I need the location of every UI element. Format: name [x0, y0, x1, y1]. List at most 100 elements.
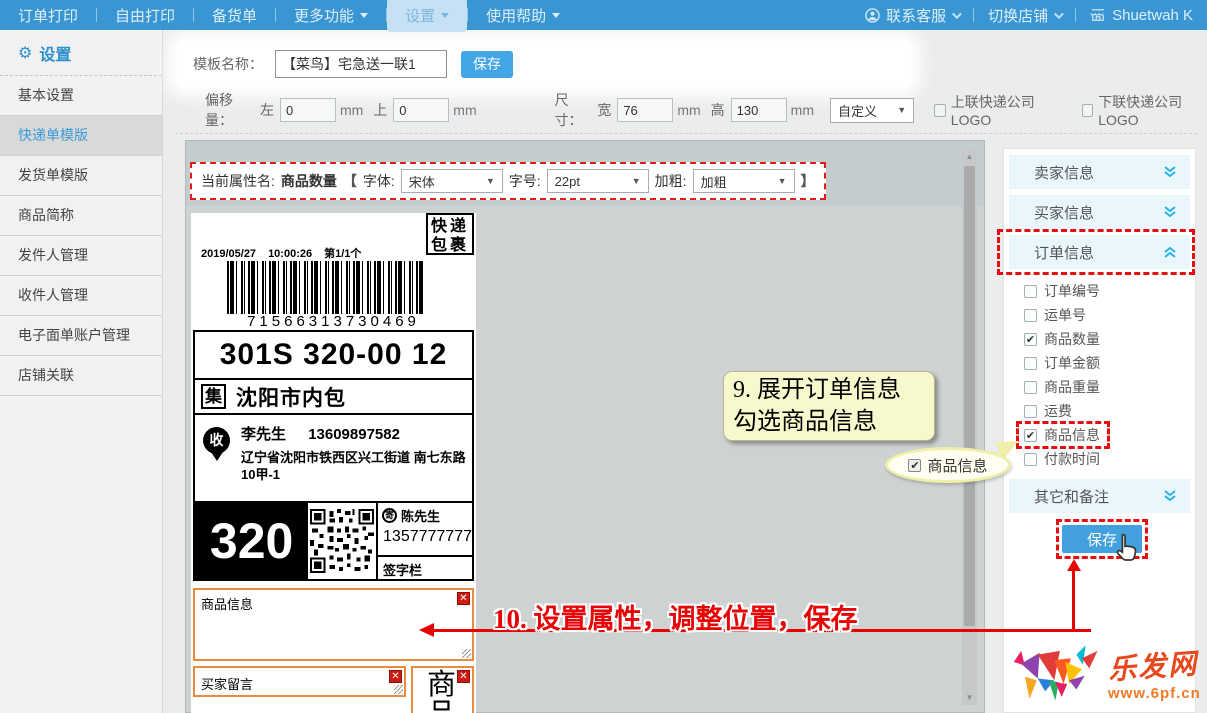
font-select[interactable]: 宋体▼	[401, 169, 503, 193]
sidebar-item-shop-link[interactable]: 店铺关联	[0, 356, 162, 396]
person-circle-icon	[865, 8, 880, 23]
product-quantity-checkbox[interactable]	[1024, 333, 1037, 346]
sidebar-item-ewaybill-account[interactable]: 电子面单账户管理	[0, 316, 162, 356]
site-name: 乐发网	[1107, 641, 1202, 687]
label-preview: 快递包裹 2019/05/2710:00:26第1/1个 71566313730…	[191, 213, 476, 713]
logo-bottom-checkbox[interactable]	[1082, 104, 1094, 117]
nav-free-print[interactable]: 自由打印	[97, 0, 193, 30]
property-name: 商品数量	[281, 171, 337, 191]
field-row-product-info: 商品信息	[1024, 423, 1108, 447]
qr-code	[308, 503, 376, 579]
offset-left-input[interactable]	[280, 98, 336, 122]
section-order-info[interactable]: 订单信息	[1009, 235, 1190, 269]
scrollbar-thumb[interactable]	[964, 166, 975, 626]
sidebar-item-product-abbrev[interactable]: 商品简称	[0, 196, 162, 236]
height-input[interactable]	[731, 98, 787, 122]
scroll-down-button[interactable]: ▼	[962, 690, 977, 705]
shipping-fee-checkbox[interactable]	[1024, 405, 1037, 418]
collect-row: 集 沈阳市内包	[193, 378, 474, 415]
close-icon[interactable]: ✕	[457, 592, 470, 605]
red-arrow-up-head	[1067, 559, 1081, 571]
font-size-select[interactable]: 22pt▼	[547, 169, 649, 193]
nav-stock-list[interactable]: 备货单	[194, 0, 275, 30]
nav-help[interactable]: 使用帮助	[468, 0, 578, 30]
resize-handle[interactable]	[394, 685, 403, 694]
close-icon[interactable]: ✕	[389, 670, 402, 683]
logo-bottom-label: 下联快递公司LOGO	[1098, 92, 1207, 128]
nav-settings[interactable]: 设置	[387, 0, 467, 32]
property-toolbar: 当前属性名: 商品数量 【 字体: 宋体▼ 字号: 22pt▼ 加粗: 加粗▼ …	[190, 162, 826, 200]
sidebar-item-shipping-template[interactable]: 发货单模版	[0, 156, 162, 196]
receiver-box: 收 李先生 13609897582 辽宁省沈阳市铁西区兴工街道 南七东路10甲-…	[193, 413, 474, 503]
collect-badge: 集	[201, 384, 226, 409]
offset-left-label: 左	[260, 100, 274, 120]
nav-order-print[interactable]: 订单打印	[0, 0, 96, 30]
select-arrow-icon: ▼	[486, 176, 495, 186]
order-number-checkbox[interactable]	[1024, 285, 1037, 298]
package-type-box: 快递包裹	[426, 213, 474, 255]
sidebar-item-receiver-mgmt[interactable]: 收件人管理	[0, 276, 162, 316]
receiver-address: 辽宁省沈阳市铁西区兴工街道 南七东路10甲-1	[241, 449, 469, 483]
top-navbar: 订单打印 自由打印 备货单 更多功能 设置 使用帮助 联系客服 切换店铺 Shu…	[0, 0, 1207, 30]
logo-top-checkbox[interactable]	[934, 104, 946, 117]
chevron-down-icon	[952, 9, 962, 19]
sidebar-item-express-template[interactable]: 快递单模版	[0, 116, 162, 156]
save-template-button[interactable]: 保存	[461, 51, 513, 78]
template-name-input[interactable]	[275, 50, 447, 78]
field-row-product-quantity: 商品数量	[1024, 327, 1108, 351]
scroll-up-button[interactable]: ▲	[962, 149, 977, 164]
chevron-double-down-icon	[1163, 206, 1177, 218]
section-other-notes[interactable]: 其它和备注	[1009, 479, 1190, 513]
storefront-icon	[1090, 8, 1106, 22]
step10-annotation: 10. 设置属性，调整位置，保存	[493, 597, 858, 636]
chevron-double-down-icon	[1163, 166, 1177, 178]
sidebar-item-sender-mgmt[interactable]: 发件人管理	[0, 236, 162, 276]
print-date-line: 2019/05/2710:00:26第1/1个	[201, 245, 373, 261]
red-arrow-vertical	[1072, 570, 1075, 632]
bubble-checkbox-icon	[908, 459, 921, 472]
order-amount-checkbox[interactable]	[1024, 357, 1037, 370]
offset-size-row: 偏移量： 左 mm 上 mm 尺寸： 宽 mm 高 mm 自定义▼ 上联快递公司…	[205, 90, 1207, 130]
waybill-number-checkbox[interactable]	[1024, 309, 1037, 322]
size-mode-select[interactable]: 自定义▼	[830, 98, 914, 123]
height-label: 高	[711, 100, 725, 120]
chevron-down-icon	[1054, 9, 1064, 19]
sidebar-item-basic-settings[interactable]: 基本设置	[0, 76, 162, 116]
chevron-double-up-icon	[1163, 246, 1177, 258]
barcode-number: 71566313730469	[191, 313, 476, 330]
qr-code-image	[310, 509, 374, 573]
receiver-pin-icon: 收	[203, 427, 231, 465]
nav-more-functions[interactable]: 更多功能	[276, 0, 386, 30]
payment-time-checkbox[interactable]	[1024, 453, 1037, 466]
select-arrow-icon: ▼	[897, 105, 906, 115]
width-input[interactable]	[617, 98, 673, 122]
product-info-checkbox[interactable]	[1024, 429, 1037, 442]
sort-code-box: 301S 320-00 12	[193, 330, 474, 380]
product-quantity-field[interactable]: 商品数量 ✕	[411, 666, 474, 713]
canvas-scrollbar: ▲ ▼	[962, 149, 977, 705]
label-body: 301S 320-00 12 集 沈阳市内包 收 李先生	[191, 332, 476, 713]
field-row-shipping-fee: 运费	[1024, 399, 1080, 423]
dropdown-arrow-icon	[360, 13, 368, 18]
dropdown-arrow-icon	[441, 13, 449, 18]
property-prefix: 当前属性名:	[201, 171, 275, 191]
close-icon[interactable]: ✕	[457, 670, 470, 683]
section-seller-info[interactable]: 卖家信息	[1009, 155, 1190, 189]
offset-top-input[interactable]	[393, 98, 449, 122]
site-logo: 乐发网 www.6pf.cn	[1012, 635, 1202, 711]
bold-select[interactable]: 加粗▼	[693, 169, 795, 193]
shop-account[interactable]: Shuetwah K	[1076, 0, 1207, 30]
switch-shop-menu[interactable]: 切换店铺	[974, 0, 1075, 30]
section-buyer-info[interactable]: 买家信息	[1009, 195, 1190, 229]
buyer-message-field[interactable]: 买家留言 ✕	[193, 666, 406, 697]
sender-name: 陈先生	[401, 506, 440, 525]
hand-cursor-icon	[1111, 532, 1143, 571]
settings-sidebar: ⚙ 设置 基本设置 快递单模版 发货单模版 商品简称 发件人管理 收件人管理 电…	[0, 30, 163, 713]
template-name-row: 模板名称： 保存	[193, 50, 513, 78]
contact-service-menu[interactable]: 联系客服	[851, 0, 973, 30]
product-info-bubble: 商品信息	[885, 447, 1011, 483]
field-row-product-weight: 商品重量	[1024, 375, 1108, 399]
logo-top-label: 上联快递公司LOGO	[951, 92, 1060, 128]
product-weight-checkbox[interactable]	[1024, 381, 1037, 394]
resize-handle[interactable]	[462, 649, 471, 658]
